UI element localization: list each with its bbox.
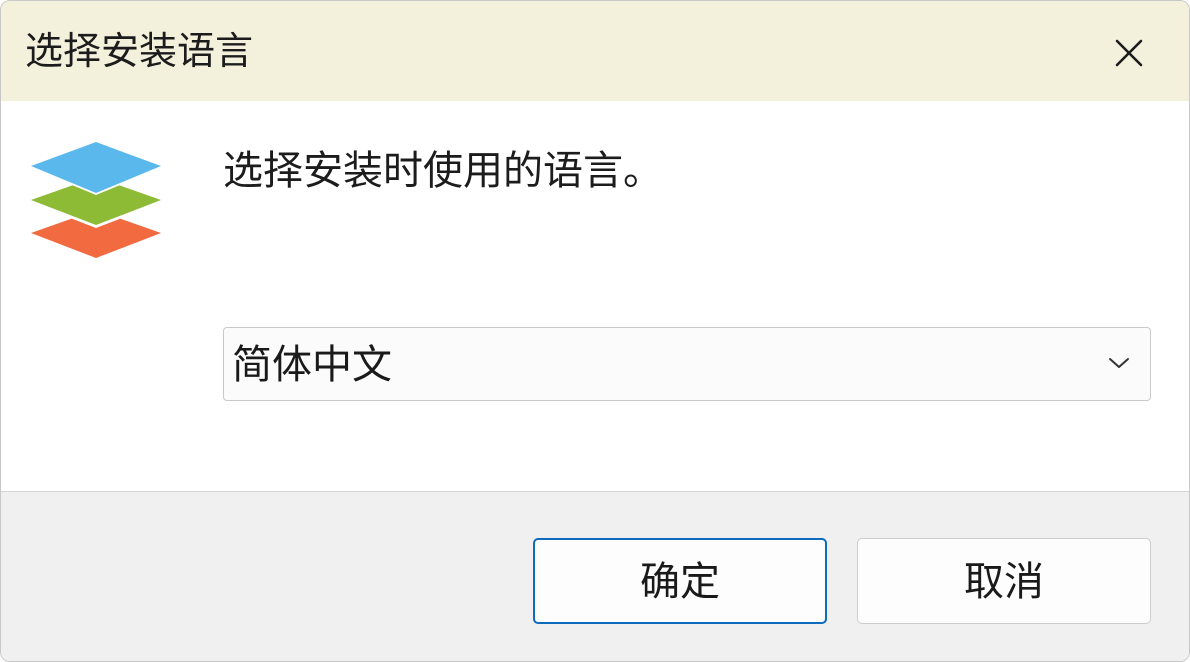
app-logo	[31, 142, 161, 258]
chevron-down-icon	[1109, 358, 1129, 368]
dialog-content: 选择安装时使用的语言。 简体中文	[1, 101, 1189, 491]
cancel-button[interactable]: 取消	[857, 538, 1151, 624]
dialog-footer: 确定 取消	[1, 491, 1189, 661]
prompt-text: 选择安装时使用的语言。	[223, 148, 663, 194]
ok-button[interactable]: 确定	[533, 538, 827, 624]
language-dialog: 选择安装语言 选择安装时使用的语言。 简体中文 确定 取消	[0, 0, 1190, 662]
language-select[interactable]: 简体中文	[223, 327, 1151, 401]
language-select-value: 简体中文	[232, 342, 392, 388]
dialog-title: 选择安装语言	[25, 29, 254, 73]
close-icon	[1115, 39, 1143, 67]
title-bar: 选择安装语言	[1, 1, 1189, 101]
close-button[interactable]	[1101, 25, 1157, 81]
